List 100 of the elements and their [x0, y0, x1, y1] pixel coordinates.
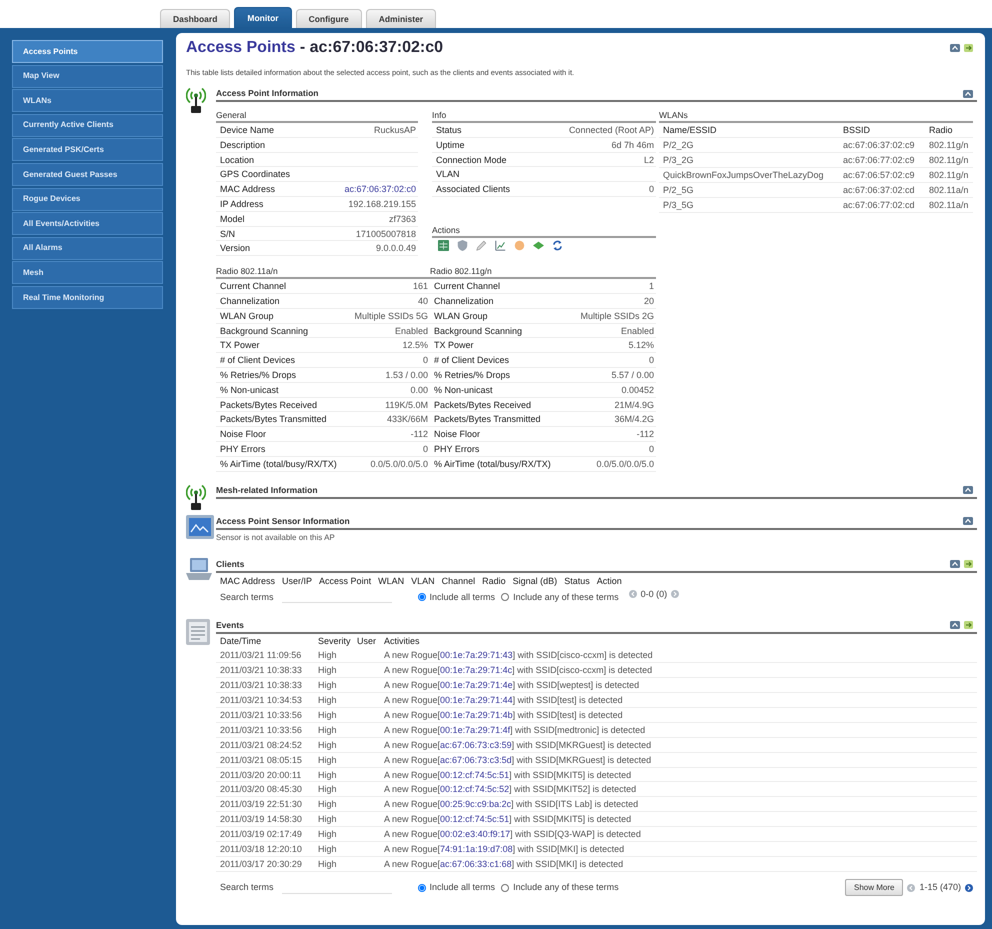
field-value: 1.53 / 0.00 [385, 368, 428, 382]
table-cell-text: High [318, 664, 338, 678]
grid-icon[interactable] [438, 240, 449, 251]
tab[interactable]: Configure [296, 9, 362, 28]
mac-link[interactable]: 00:12:cf:74:5c:52 [440, 784, 510, 794]
table-cell-text: 2011/03/21 08:05:15 [220, 754, 303, 767]
table-cell-text: 802.11g/n [929, 169, 970, 182]
field-label: % Non-unicast [220, 384, 279, 397]
arrow-right-icon[interactable] [965, 884, 973, 892]
table-cell-text: 2011/03/21 10:34:53 [220, 694, 303, 707]
sidebar-item[interactable]: WLANs [12, 89, 163, 112]
field-label: Channelization [434, 294, 494, 308]
chart-icon[interactable] [495, 240, 506, 251]
show-more-button[interactable]: Show More [845, 879, 904, 896]
sidebar-item[interactable]: Mesh [12, 261, 163, 284]
event-activity: A new Rogue[00:1e:7a:29:71:44] with SSID[test] is detected [384, 694, 623, 707]
pager-text: 0-0 (0) [640, 588, 668, 600]
mac-link[interactable]: 00:25:9c:c9:ba:2c [440, 799, 512, 810]
chevron-up-icon[interactable] [963, 486, 973, 494]
table-cell-text: ac:67:06:77:02:cd [843, 199, 916, 212]
chevron-up-icon[interactable] [963, 517, 973, 526]
arrow-icon[interactable] [964, 560, 973, 568]
breadcrumb-link[interactable]: Access Points [186, 39, 296, 56]
dot-icon[interactable] [514, 240, 525, 251]
radio-button[interactable] [418, 884, 426, 892]
sidebar-item[interactable]: All Alarms [12, 236, 163, 260]
column-header: Status [564, 574, 590, 588]
field-value: zf7363 [388, 212, 416, 226]
shield-icon[interactable] [457, 240, 468, 251]
mac-link[interactable]: 00:1e:7a:29:71:4b [440, 710, 513, 720]
chevron-up-icon[interactable] [950, 44, 960, 52]
field-label: # of Client Devices [220, 354, 296, 367]
sidebar-item[interactable]: Map View [12, 64, 163, 88]
field-value: 36M/4.2G [614, 413, 654, 426]
refresh-icon[interactable] [552, 240, 563, 251]
field-label: Background Scanning [434, 324, 522, 338]
sidebar-item[interactable]: Access Points [12, 40, 163, 63]
field-label: Packets/Bytes Transmitted [434, 413, 541, 426]
table-cell-text: ac:67:06:77:02:c9 [843, 154, 916, 167]
field-label: Current Channel [434, 280, 500, 293]
sidebar-item[interactable]: Currently Active Clients [12, 114, 163, 137]
table-cell-text: 802.11g/n [929, 139, 970, 152]
event-activity: A new Rogue[ac:67:06:73:c3:59] with SSID[MKRGuest] is detected [384, 738, 652, 752]
field-label: Packets/Bytes Transmitted [220, 413, 327, 426]
chevron-up-icon[interactable] [950, 560, 960, 568]
sidebar-item[interactable]: Rogue Devices [12, 188, 163, 211]
field-label: WLAN Group [220, 310, 274, 323]
mac-link[interactable]: 00:1e:7a:29:71:44 [440, 695, 513, 706]
arrow-icon[interactable] [964, 44, 973, 52]
mac-link[interactable]: ac:67:06:73:c3:59 [440, 740, 512, 750]
table-cell-text: 2011/03/19 02:17:49 [220, 828, 303, 841]
sidebar-item[interactable]: All Events/Activities [12, 212, 163, 236]
column-header: Channel [442, 574, 476, 588]
table-cell-text: High [318, 798, 338, 812]
mac-link[interactable]: ac:67:06:37:02:c0 [344, 182, 416, 196]
tab[interactable]: Monitor [234, 7, 292, 28]
pencil-icon[interactable] [476, 240, 487, 251]
antenna-icon [186, 484, 206, 510]
sidebar-item[interactable]: Generated Guest Passes [12, 162, 163, 186]
field-label: TX Power [434, 339, 474, 352]
radio-button[interactable] [501, 593, 510, 602]
field-label: Model [220, 212, 245, 226]
radio-button[interactable] [501, 884, 510, 892]
table-cell-text: High [318, 858, 338, 871]
column-header: Date/Time [220, 634, 262, 648]
event-activity: A new Rogue[00:25:9c:c9:ba:2c] with SSID[ITS Lab] is detected [384, 798, 638, 812]
event-activity: A new Rogue[ac:67:06:33:c1:68] with SSID[MKI] is detected [384, 858, 624, 871]
radio-button[interactable] [418, 593, 426, 602]
arrow-icon[interactable] [964, 621, 973, 630]
mac-link[interactable]: 00:02:e3:40:f9:17 [440, 829, 510, 840]
field-label: Associated Clients [436, 183, 510, 196]
chevron-up-icon[interactable] [950, 621, 960, 630]
table-cell-text: High [318, 738, 338, 752]
mac-link[interactable]: 00:12:cf:74:5c:51 [440, 770, 510, 780]
mac-link[interactable]: ac:67:06:73:c3:5d [440, 754, 512, 765]
diamond-icon[interactable] [533, 240, 544, 251]
chevron-up-icon[interactable] [963, 90, 973, 98]
group-title: Info [432, 108, 656, 123]
field-value: Enabled [620, 324, 654, 338]
table-cell-text: High [318, 724, 338, 737]
column-header: BSSID [843, 124, 872, 137]
field-value: -112 [636, 428, 654, 441]
field-value: Enabled [394, 324, 428, 338]
mac-link[interactable]: 00:12:cf:74:5c:51 [440, 814, 510, 824]
column-header: Radio [929, 124, 954, 137]
mac-link[interactable]: 00:1e:7a:29:71:4c [440, 665, 512, 676]
mac-link[interactable]: 74:91:1a:19:d7:08 [440, 844, 513, 854]
sidebar-item[interactable]: Generated PSK/Certs [12, 138, 163, 162]
tab[interactable]: Dashboard [160, 9, 230, 28]
tab[interactable]: Administer [366, 9, 436, 28]
mac-link[interactable]: 00:1e:7a:29:71:4f [440, 724, 510, 735]
sidebar-item[interactable]: Real Time Monitoring [12, 286, 163, 309]
table-cell-text: P/3_2G [663, 154, 695, 167]
table-cell-text: High [318, 708, 338, 722]
field-value: 0 [648, 183, 654, 196]
mac-link[interactable]: ac:67:06:33:c1:68 [440, 858, 512, 869]
mac-link[interactable]: 00:1e:7a:29:71:4e [440, 680, 513, 690]
mac-link[interactable]: 00:1e:7a:29:71:43 [440, 650, 513, 660]
field-value: Multiple SSIDs 2G [580, 310, 654, 323]
table-cell-text: High [318, 843, 338, 856]
